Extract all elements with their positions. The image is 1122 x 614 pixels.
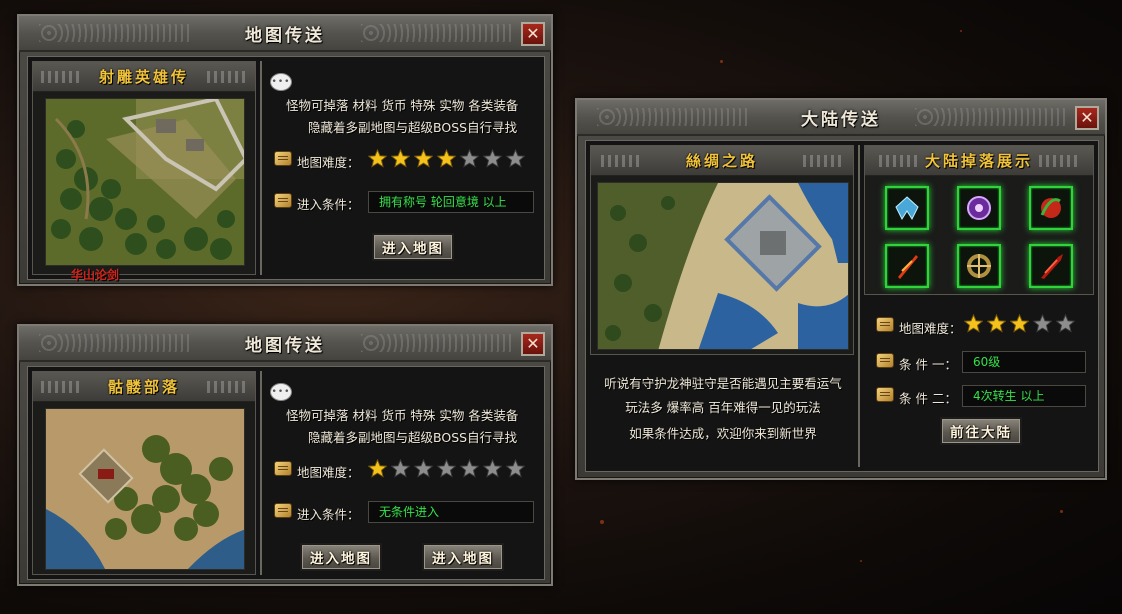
window-titlebar[interactable]: 大陆传送 ✕ [577, 100, 1105, 136]
star-empty-icon [460, 459, 479, 478]
drop-item-flame-sword-icon[interactable] [885, 244, 929, 288]
map-image-silk-road[interactable] [597, 182, 849, 350]
difficulty-stars [368, 459, 525, 478]
star-empty-icon [483, 149, 502, 168]
condition-value: 无条件进入 [368, 501, 534, 523]
star-filled-icon [1010, 314, 1029, 333]
enter-map-button[interactable]: 进入地图 [372, 233, 454, 261]
map-name: 絲绸之路 [685, 152, 758, 170]
star-empty-icon [506, 149, 525, 168]
condition2-value: 4次转生 以上 [962, 385, 1086, 407]
go-to-continent-button[interactable]: 前往大陆 [940, 417, 1022, 445]
map-image-huashan[interactable] [45, 98, 245, 266]
divider [858, 145, 860, 467]
drop-item-blood-blade-icon[interactable] [1029, 244, 1073, 288]
map-preview-frame: 射雕英雄传 华山论剑 [32, 61, 256, 282]
condition-label: 进入条件： [297, 507, 360, 522]
drop-item-red-orb-icon[interactable] [1029, 186, 1073, 230]
window-title: 大陆传送 [801, 109, 881, 130]
map-preview-frame: 骷髅部落 [32, 371, 256, 575]
drop-item-golden-ring-icon[interactable] [957, 244, 1001, 288]
star-empty-icon [437, 459, 456, 478]
condition2-label: 条 件 二： [899, 391, 957, 406]
scroll-icon [274, 193, 292, 208]
scroll-icon [876, 387, 894, 402]
scroll-icon [274, 151, 292, 166]
drop-info-line-2: 隐藏着多副地图与超级BOSS自行寻找 [308, 430, 518, 445]
map-teleport-window-bottom: 地图传送 ✕ 骷髅部落 ••• 怪物可掉落 材料 货币 特殊 实物 各类装备 隐… [17, 324, 553, 586]
star-empty-icon [460, 149, 479, 168]
ember-particle [960, 30, 962, 32]
star-empty-icon [1056, 314, 1075, 333]
star-empty-icon [506, 459, 525, 478]
map-name: 射雕英雄传 [98, 68, 189, 86]
drops-title: 大陆掉落展示 [924, 152, 1033, 170]
close-button[interactable]: ✕ [521, 22, 545, 46]
close-button[interactable]: ✕ [1075, 106, 1099, 130]
drop-item-wings-icon[interactable] [885, 186, 929, 230]
window-titlebar[interactable]: 地图传送 ✕ [19, 16, 551, 52]
window-title: 地图传送 [245, 25, 325, 46]
scroll-icon [876, 317, 894, 332]
star-empty-icon [1033, 314, 1052, 333]
content-area: 射雕英雄传 华山论剑 ••• 怪物可掉落 材料 货币 特殊 实物 各类装备 隐藏… [27, 56, 545, 282]
drop-info-line-1: 怪物可掉落 材料 货币 特殊 实物 各类装备 [286, 98, 519, 113]
chat-bubble-icon: ••• [270, 73, 292, 91]
drop-info-line-1: 怪物可掉落 材料 货币 特殊 实物 各类装备 [286, 408, 519, 423]
scroll-icon [876, 353, 894, 368]
enter-map-button-1[interactable]: 进入地图 [300, 543, 382, 571]
ember-particle [720, 60, 723, 63]
star-empty-icon [391, 459, 410, 478]
divider [260, 61, 262, 275]
star-filled-icon [368, 149, 387, 168]
chat-bubble-icon: ••• [270, 383, 292, 401]
ember-particle [1060, 510, 1063, 513]
drop-info-line-2: 隐藏着多副地图与超级BOSS自行寻找 [308, 120, 518, 135]
star-empty-icon [414, 459, 433, 478]
ember-particle [600, 520, 604, 524]
window-titlebar[interactable]: 地图传送 ✕ [19, 326, 551, 362]
condition-value: 拥有称号 轮回意境 以上 [368, 191, 534, 213]
star-filled-icon [391, 149, 410, 168]
drop-item-purple-emblem-icon[interactable] [957, 186, 1001, 230]
star-empty-icon [483, 459, 502, 478]
difficulty-stars [964, 314, 1075, 333]
difficulty-stars [368, 149, 525, 168]
continent-teleport-window: 大陆传送 ✕ 絲绸之路 听说有守护龙神驻守是否能遇见主要看运气 玩法多 爆率高 … [575, 98, 1107, 480]
map-name-ribbon: 骷髅部落 [33, 372, 255, 402]
close-button[interactable]: ✕ [521, 332, 545, 356]
content-area: 絲绸之路 听说有守护龙神驻守是否能遇见主要看运气 玩法多 爆率高 百年难得一见的… [585, 140, 1099, 472]
drops-ribbon: 大陆掉落展示 [865, 146, 1093, 176]
difficulty-label: 地图难度： [297, 155, 360, 170]
description-line-2: 玩法多 爆率高 百年难得一见的玩法 [625, 400, 821, 415]
window-title: 地图传送 [245, 335, 325, 356]
star-filled-icon [368, 459, 387, 478]
star-filled-icon [987, 314, 1006, 333]
difficulty-label: 地图难度： [297, 465, 360, 480]
condition1-value: 60级 [962, 351, 1086, 373]
divider [260, 371, 262, 575]
difficulty-label: 地图难度： [899, 321, 962, 336]
content-area: 骷髅部落 ••• 怪物可掉落 材料 货币 特殊 实物 各类装备 隐藏着多副地图与… [27, 366, 545, 580]
condition-label: 进入条件： [297, 197, 360, 212]
enter-map-button-2[interactable]: 进入地图 [422, 543, 504, 571]
description-line-3: 如果条件达成，欢迎你来到新世界 [629, 426, 817, 441]
map-name: 骷髅部落 [107, 378, 180, 396]
scroll-icon [274, 461, 292, 476]
map-location-label: 华山论剑 [71, 268, 120, 282]
map-name-ribbon: 絲绸之路 [591, 146, 853, 176]
ember-particle [860, 560, 862, 562]
star-filled-icon [964, 314, 983, 333]
description-line-1: 听说有守护龙神驻守是否能遇见主要看运气 [604, 376, 842, 391]
drops-frame: 大陆掉落展示 [864, 145, 1094, 295]
star-filled-icon [414, 149, 433, 168]
scroll-icon [274, 503, 292, 518]
map-preview-frame: 絲绸之路 [590, 145, 854, 355]
condition1-label: 条 件 一： [899, 357, 957, 372]
map-teleport-window-top: 地图传送 ✕ 射雕英雄传 华山论剑 ••• 怪物可掉落 材料 货币 特殊 实物 … [17, 14, 553, 286]
map-name-ribbon: 射雕英雄传 [33, 62, 255, 92]
star-filled-icon [437, 149, 456, 168]
map-image-skull-tribe[interactable] [45, 408, 245, 570]
